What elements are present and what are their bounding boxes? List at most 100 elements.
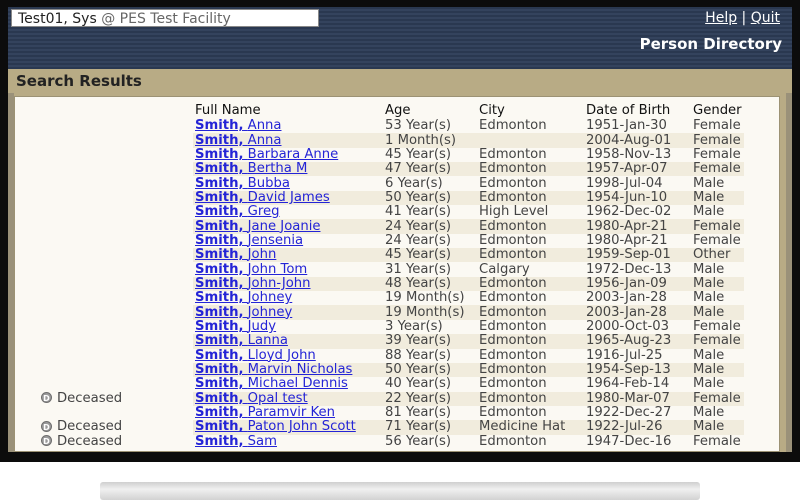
person-name-link[interactable]: Smith, Judy — [195, 319, 276, 334]
first-name: Paramvir Ken — [247, 405, 336, 421]
table-row: Smith, Jane Joanie 24 Year(s) Edmonton 1980… — [39, 219, 744, 234]
deceased-icon: D — [41, 420, 52, 432]
last-name: Smith, — [195, 290, 244, 306]
table-row: Smith, Lanna 39 Year(s) Edmonton 1965-Aug-2… — [39, 333, 744, 349]
person-name-link[interactable]: Smith, Johney — [195, 305, 292, 320]
age-cell: 19 Month(s) — [385, 290, 465, 306]
person-name-link[interactable]: Smith, Jensenia — [195, 233, 303, 248]
last-name: Smith, — [195, 433, 244, 449]
name-cell: Smith, Barbara Anne — [193, 147, 383, 162]
dob-cell: 2003-Jan-28 — [584, 305, 691, 320]
last-name: Smith, — [195, 318, 244, 334]
first-name: David James — [247, 189, 330, 205]
last-name: Smith, — [195, 218, 244, 234]
deceased-label: Deceased — [57, 433, 123, 449]
person-name-link[interactable]: Smith, Paton John Scott — [195, 419, 356, 434]
quit-link[interactable]: Quit — [751, 10, 780, 26]
person-name-link[interactable]: Smith, Anna — [195, 133, 282, 148]
table-row: Smith, Anna 53 Year(s) Edmonton 1951-Jan-30… — [39, 119, 744, 133]
person-name-link[interactable]: Smith, John — [195, 247, 276, 262]
col-gender: Gender — [693, 103, 742, 118]
content-area: Full Name Age City Date of Birth Gender … — [14, 93, 786, 452]
gender-cell: Male — [693, 261, 725, 277]
age-cell: 45 Year(s) — [383, 248, 477, 263]
dob-cell: 1998-Jul-04 — [586, 175, 663, 191]
results-table: Full Name Age City Date of Birth Gender … — [39, 103, 744, 449]
person-name-link[interactable]: Smith, Paramvir Ken — [195, 405, 335, 420]
age-cell: 53 Year(s) — [385, 118, 452, 134]
first-name: Jane Joanie — [247, 218, 321, 234]
deceased-flag-cell: D Deceased — [39, 433, 193, 449]
section-title: Search Results — [16, 72, 142, 90]
gender-cell: Male — [693, 204, 725, 220]
person-name-link[interactable]: Smith, Lanna — [195, 333, 288, 348]
person-name-link[interactable]: Smith, John Tom — [195, 262, 307, 277]
city-cell: Edmonton — [477, 162, 584, 177]
person-name-link[interactable]: Smith, John-John — [195, 276, 311, 291]
age-cell: 22 Year(s) — [383, 391, 477, 406]
last-name: Smith, — [195, 304, 244, 320]
person-name-link[interactable]: Smith, Opal test — [195, 391, 308, 406]
person-name-link[interactable]: Smith, Bertha M — [195, 161, 307, 176]
gender-cell: Female — [691, 391, 744, 406]
last-name: Smith, — [195, 146, 244, 162]
last-name: Smith, — [195, 189, 244, 205]
first-name: Michael Dennis — [247, 376, 348, 392]
deceased-flag-cell — [39, 363, 193, 377]
deceased-flag-cell — [39, 191, 193, 205]
age-cell: 40 Year(s) — [385, 376, 452, 392]
gender-cell: Male — [693, 376, 725, 392]
person-name-link[interactable]: Smith, Barbara Anne — [195, 147, 338, 162]
table-row: D Deceased Smith, Paton John Scott 71 Year(… — [39, 419, 744, 435]
person-name-link[interactable]: Smith, Michael Dennis — [195, 376, 348, 391]
person-name-link[interactable]: Smith, Bubba — [195, 176, 290, 191]
help-link[interactable]: Help — [705, 10, 737, 26]
age-cell: 1 Month(s) — [383, 133, 477, 148]
gender-cell: Female — [693, 318, 741, 334]
person-name-link[interactable]: Smith, Johney — [195, 290, 292, 305]
first-name: Johney — [247, 290, 293, 306]
name-cell: Smith, Bertha M — [193, 161, 383, 177]
dob-cell: 1922-Jul-26 — [584, 420, 691, 435]
col-city: City — [479, 103, 505, 118]
first-name: Lloyd John — [247, 347, 316, 363]
city-cell: Edmonton — [477, 305, 584, 320]
name-cell: Smith, Opal test — [193, 391, 383, 406]
city-cell: Edmonton — [479, 118, 547, 134]
deceased-label: Deceased — [57, 419, 123, 435]
table-row: Smith, Lloyd John 88 Year(s) Edmonton 1916-… — [39, 348, 744, 363]
col-age: Age — [385, 103, 411, 118]
last-name: Smith, — [195, 261, 244, 277]
dob-cell: 1954-Sep-13 — [584, 362, 691, 378]
person-name-link[interactable]: Smith, Anna — [195, 118, 282, 133]
last-name: Smith, — [195, 419, 244, 435]
last-name: Smith, — [195, 132, 244, 148]
person-name-link[interactable]: Smith, Sam — [195, 434, 277, 449]
person-name-link[interactable]: Smith, Greg — [195, 204, 280, 219]
last-name: Smith, — [195, 390, 244, 406]
last-name: Smith, — [195, 175, 244, 191]
table-row: Smith, David James 50 Year(s) Edmonton 1954… — [39, 190, 744, 206]
name-cell: Smith, John-John — [193, 276, 383, 292]
person-name-link[interactable]: Smith, Lloyd John — [195, 348, 316, 363]
deceased-flag-cell — [39, 377, 193, 391]
gender-cell: Other — [691, 248, 744, 263]
city-cell: Edmonton — [479, 318, 547, 334]
city-cell: Edmonton — [477, 190, 584, 206]
table-row: Smith, Bertha M 47 Year(s) Edmonton 1957-Ap… — [39, 161, 744, 177]
age-cell: 81 Year(s) — [385, 405, 452, 421]
table-header-row: Full Name Age City Date of Birth Gender — [39, 103, 744, 119]
last-name: Smith, — [195, 405, 244, 421]
deceased-flag-cell — [39, 119, 193, 133]
deceased-label: Deceased — [57, 390, 123, 406]
deceased-flag-cell — [39, 349, 193, 363]
table-row: Smith, Bubba 6 Year(s) Edmonton 1998-Jul-04… — [39, 176, 744, 190]
results-panel: Full Name Age City Date of Birth Gender … — [14, 96, 780, 452]
person-name-link[interactable]: Smith, David James — [195, 190, 330, 205]
gender-cell: Female — [691, 334, 744, 349]
age-cell: 45 Year(s) — [385, 146, 452, 162]
person-name-link[interactable]: Smith, Marvin Nicholas — [195, 362, 352, 377]
last-name: Smith, — [195, 275, 244, 291]
person-name-link[interactable]: Smith, Jane Joanie — [195, 219, 320, 234]
name-cell: Smith, Bubba — [193, 176, 383, 190]
